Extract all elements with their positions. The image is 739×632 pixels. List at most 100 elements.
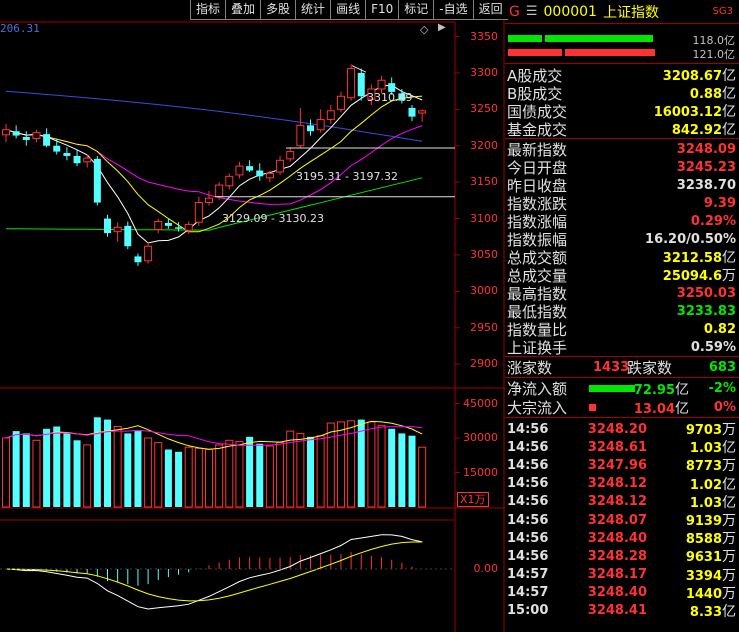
tick-time: 14:56 [507,530,549,546]
tick-time: 14:56 [507,494,549,510]
toolbar-button[interactable]: 画线 [330,0,366,20]
tick-price: 3248.17 [587,567,647,583]
tick-time: 14:56 [507,476,549,492]
tick-volume: 8773万 [685,458,736,475]
candle-body [418,110,427,114]
candle-body [113,226,122,233]
tick-row: 14:56 3248.07 9139万 [505,511,739,530]
price-axis-label: 3000 [470,284,498,298]
stat-row: 今日开盘 3245.23 [505,158,739,177]
candle-body [2,129,10,136]
turnover-value: 3208.67亿 [662,68,736,84]
volume-axis-label: 15000 [463,465,498,479]
volume-bar [215,444,224,508]
tick-price: 3248.40 [587,530,647,546]
volume-bar [265,445,274,508]
stat-value: 25094.6万 [662,268,736,284]
tick-list[interactable]: 14:56 3248.20 9703万 14:56 3248.61 1.03亿 14:56 3… [505,417,739,620]
tick-row: 14:57 3248.17 3394万 [505,566,739,584]
dea-line [5,541,423,602]
price-axis-label: 3250 [470,102,498,116]
volume-bar [22,433,30,507]
sg-badge[interactable]: SG3 [713,6,733,17]
turnover-row: 国债成交 16003.12亿 [505,102,739,121]
volume-bar [225,439,234,508]
volume-bar [246,436,254,507]
updown-row: 涨家数 1433 跌家数 683 [505,356,739,378]
toolbar-button[interactable]: 叠加 [225,0,261,20]
quote-header: G ☰ 000001 上证指数 SG3 [505,0,739,24]
kline-chart[interactable] [0,0,505,632]
tick-price: 3248.07 [587,512,647,528]
price-axis-label: 3100 [470,211,498,225]
tick-row: 14:56 3248.20 9703万 [505,420,739,439]
turnover-value: 842.92亿 [671,122,736,138]
bar-seg [508,49,562,56]
volume-bar [134,431,142,507]
candle-body [43,134,51,146]
tick-time: 15:00 [507,603,549,619]
stat-row: 指数涨幅 0.29% [505,212,739,231]
buy-power-bar: 118.0亿 [505,32,739,47]
annotation-high: 3310.49 [367,91,413,104]
candle-body [73,155,81,164]
candle-body [307,125,314,132]
stat-row: 最新指数 3248.09 [505,140,739,159]
stat-value: 3212.58亿 [662,250,736,266]
diamond-icon[interactable]: ◇ [420,23,428,36]
toolbar-button[interactable]: 多股 [260,0,296,20]
toolbar-button[interactable]: 标记 [398,0,434,20]
toolbar-button[interactable]: 返回 [472,0,508,20]
tick-row: 14:56 3247.96 8773万 [505,456,739,475]
tick-time: 14:57 [507,585,549,601]
toolbar-button[interactable]: 统计 [295,0,331,20]
stat-value: 0.29% [690,214,736,229]
candle-body [215,184,224,198]
price-axis-label: 2950 [470,320,498,334]
group-label[interactable]: G [509,4,520,20]
bar-seg [508,35,542,42]
toolbar-button[interactable]: 指标 [190,0,226,20]
turnover-value: 0.88亿 [689,86,736,102]
bar-seg [545,35,653,42]
arrow-right-icon[interactable]: ▶ [438,22,446,33]
candle-body [164,222,172,226]
tick-volume: 1.03亿 [689,440,736,457]
tick-row: 14:57 3248.40 1440万 [505,584,739,602]
volume-bar [388,428,396,507]
toolbar-button[interactable]: -自选 [433,0,473,20]
stat-value: 3248.09 [676,142,736,157]
volume-bar [276,442,285,508]
stat-value: 9.39 [703,196,736,211]
candle-body [235,165,244,176]
toolbar-button[interactable]: F10 [365,0,399,20]
flow-row: 大宗流入 13.04亿 0% [505,398,739,417]
tick-time: 14:56 [507,439,549,455]
volume-axis-label: 30000 [463,431,498,444]
volume-bar [2,437,10,508]
volume-bar [43,428,51,507]
volume-bar [326,422,335,508]
volume-bar [124,433,132,507]
volume-bar [316,435,325,508]
stat-value: 16.20/0.50% [645,232,736,247]
candle-body [194,202,203,223]
tick-price: 3248.28 [587,548,647,564]
stat-value: 3245.23 [676,160,736,175]
ma-long-line [5,90,423,142]
turnover-value: 16003.12亿 [653,104,736,120]
volume-bar [418,446,427,508]
candle-body [144,245,153,262]
stat-row: 昨日收盘 3238.70 [505,176,739,195]
menu-icon[interactable]: ☰ [526,4,538,19]
candle-body [104,218,111,234]
tick-price: 3247.96 [587,457,647,473]
volume-bar [12,431,20,507]
candle-body [276,159,285,173]
volume-bar [113,426,122,508]
turnover-row: 基金成交 842.92亿 [505,120,739,139]
tick-price: 3248.12 [587,476,647,492]
stat-row: 上证换手 0.59% [505,338,739,357]
volume-bar [63,433,71,507]
macd-axis-label: 0.00 [473,562,499,575]
